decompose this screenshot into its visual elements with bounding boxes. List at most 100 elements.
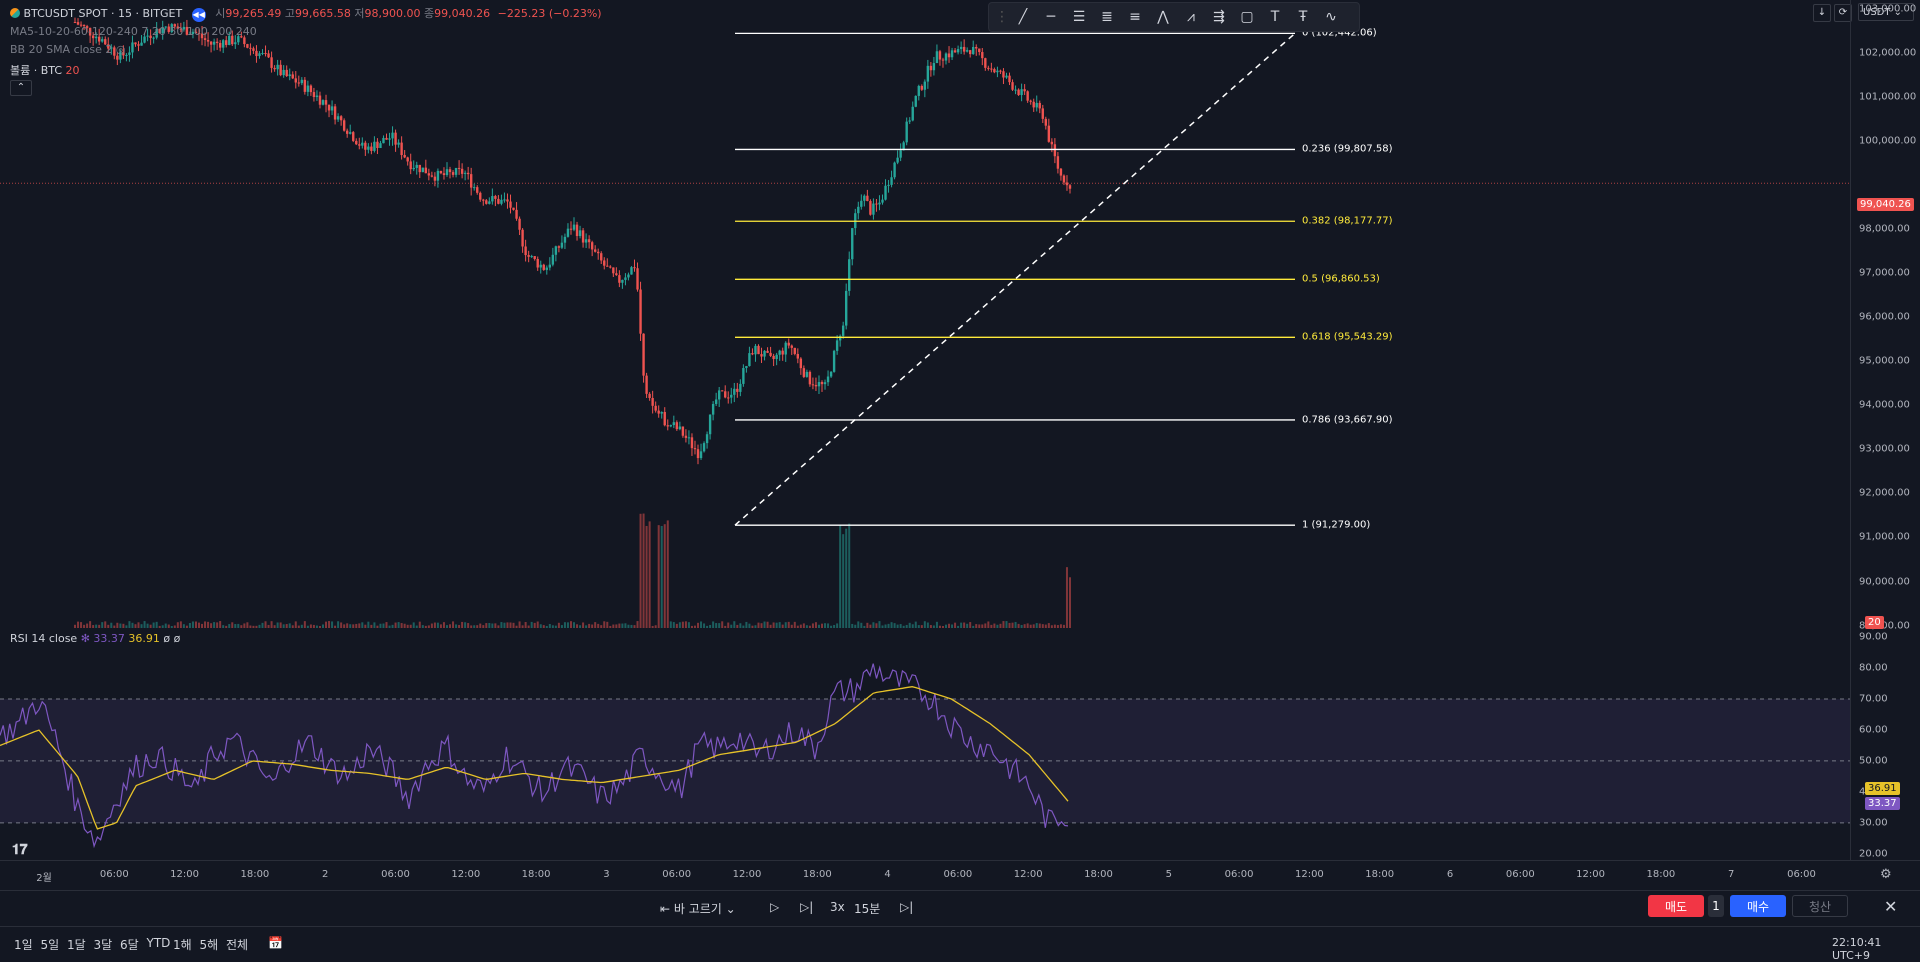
fib-retracement-icon[interactable]: ☰ <box>1067 5 1091 29</box>
bb-legend[interactable]: BB 20 SMA close 2 ◎ <box>10 43 126 56</box>
volume-bar <box>415 625 418 628</box>
rsi-legend[interactable]: RSI 14 close ✻ 33.37 36.91 ø ø <box>10 632 180 645</box>
price-tick-label: 96,000.00 <box>1859 311 1910 323</box>
date-range-icon[interactable]: 📅 <box>268 936 283 950</box>
period-button[interactable]: YTD <box>147 936 171 950</box>
volume-bar <box>385 622 388 628</box>
volume-bar <box>427 625 430 628</box>
candle-body <box>270 57 273 68</box>
volume-bar <box>331 621 334 628</box>
candle-body <box>212 41 216 45</box>
play-icon[interactable]: ▷ <box>770 900 779 914</box>
symbol-title[interactable]: BTCUSDT SPOT · 15 · BITGET <box>24 7 183 20</box>
speed-button[interactable]: 3x <box>830 900 845 914</box>
fib-level-label[interactable]: 0.618 (95,543.29) <box>1302 332 1393 343</box>
sell-button[interactable]: 매도 <box>1648 895 1704 917</box>
buy-button[interactable]: 매수 <box>1730 895 1786 917</box>
settings-gear-icon[interactable]: ✻ <box>81 632 90 645</box>
volume-bar <box>122 623 125 628</box>
price-axis[interactable]: 103,000.00 102,000.00 101,000.00 100,000.00… <box>1850 0 1920 860</box>
text-icon[interactable]: T <box>1263 5 1287 29</box>
fib-level-label[interactable]: 0.236 (99,807.58) <box>1302 144 1393 155</box>
text-note-icon[interactable]: Ŧ <box>1291 5 1315 29</box>
candle-body <box>421 167 424 173</box>
volume-bar <box>923 621 926 628</box>
period-button[interactable]: 1일 <box>14 936 33 953</box>
candle-body <box>636 268 639 290</box>
rewind-icon[interactable]: ◀◀ <box>191 8 206 22</box>
price-chart[interactable]: 0 (102,442.06) 0.236 (99,807.58) 0.382 (98… <box>0 0 1850 630</box>
trend-line-icon[interactable]: ╱ <box>1011 5 1035 29</box>
volume-bar <box>690 625 693 628</box>
time-axis[interactable]: 2월 06:00 12:00 18:00 2 06:00 12:00 18:00 3 06:00 1… <box>0 860 1920 891</box>
drag-handle-icon[interactable]: ⋮ <box>995 5 1009 29</box>
candle-body <box>890 177 893 185</box>
candle-body <box>1059 168 1063 176</box>
volume-bar <box>896 624 899 628</box>
close-position-button[interactable]: 청산 <box>1792 895 1848 917</box>
abc-pattern-icon[interactable]: ⩘ <box>1179 5 1203 29</box>
quantity-field[interactable]: 1 <box>1708 895 1724 917</box>
interval-button[interactable]: 15분 <box>854 900 880 917</box>
rsi-band <box>0 699 1850 823</box>
rsi-tick-label: 20.00 <box>1859 848 1888 860</box>
volume-bar <box>893 623 896 628</box>
horizontal-ray-icon[interactable]: ─ <box>1039 5 1063 29</box>
clock[interactable]: 22:10:41 UTC+9 <box>1832 936 1920 962</box>
collapse-legend-button[interactable]: ⌃ <box>10 80 32 96</box>
jump-to-realtime-icon[interactable]: ▷| <box>900 900 913 914</box>
price-tick-label: 100,000.00 <box>1859 135 1917 147</box>
fib-level-label[interactable]: 1 (91,279.00) <box>1302 520 1370 531</box>
pattern-icon[interactable]: ⋀ <box>1151 5 1175 29</box>
period-button[interactable]: 3달 <box>94 936 113 953</box>
volume-bar <box>1032 624 1035 628</box>
volume-bar <box>951 624 954 628</box>
period-button[interactable]: 6달 <box>120 936 139 953</box>
rectangle-icon[interactable]: ▢ <box>1235 5 1259 29</box>
price-tick-label: 95,000.00 <box>1859 355 1910 367</box>
fib-level-label[interactable]: 0.5 (96,860.53) <box>1302 274 1380 285</box>
period-button[interactable]: 5해 <box>200 936 219 953</box>
volume-bar <box>191 621 194 628</box>
rsi-plot[interactable] <box>0 634 1850 860</box>
volume-bar <box>651 625 654 628</box>
candle-body <box>587 239 591 243</box>
volume-bar <box>92 625 95 628</box>
period-button[interactable]: 1해 <box>173 936 192 953</box>
price-plot[interactable] <box>0 0 1850 630</box>
rsi-pane[interactable]: RSI 14 close ✻ 33.37 36.91 ø ø 𝟏𝟕 <box>0 632 1850 860</box>
path-icon[interactable]: ∿ <box>1319 5 1343 29</box>
candle-body <box>134 42 137 45</box>
volume-bar <box>1029 624 1032 628</box>
volume-bar <box>167 624 170 628</box>
parallel-channel-icon[interactable]: ≡ <box>1123 5 1147 29</box>
period-button[interactable]: 전체 <box>226 936 248 953</box>
select-bar-button[interactable]: ⇤ 바 고르기 ⌄ <box>660 900 736 917</box>
long-position-icon[interactable]: ⇶ <box>1207 5 1231 29</box>
volume-bar <box>131 622 134 628</box>
scale-down-button[interactable]: ↓ <box>1813 4 1831 22</box>
fib-extension-icon[interactable]: ≣ <box>1095 5 1119 29</box>
fib-level-label[interactable]: 0.382 (98,177.77) <box>1302 216 1393 227</box>
rsi-tick-label: 30.00 <box>1859 817 1888 829</box>
volume-bar <box>352 624 355 628</box>
period-button[interactable]: 1달 <box>67 936 86 953</box>
volume-bar <box>905 624 908 628</box>
close-replay-icon[interactable]: ✕ <box>1884 897 1897 916</box>
volume-bar <box>515 625 518 628</box>
candle-body <box>1011 82 1014 90</box>
tradingview-logo-icon[interactable]: 𝟏𝟕 <box>12 842 28 858</box>
candle-body <box>385 137 388 140</box>
time-tick-label: 2 <box>322 869 329 880</box>
fib-level-label[interactable]: 0.786 (93,667.90) <box>1302 414 1393 425</box>
axis-settings-gear-icon[interactable]: ⚙ <box>1880 867 1892 882</box>
period-button[interactable]: 5일 <box>41 936 60 953</box>
ma-legend[interactable]: MA5-10-20-60-120-240 7 20 50 100 200 240 <box>10 25 257 38</box>
price-tick-label: 92,000.00 <box>1859 487 1910 499</box>
ma-legend-text: MA5-10-20-60-120-240 7 20 50 100 200 240 <box>10 25 257 38</box>
hidden-eye-icon[interactable]: ◎ <box>116 43 126 56</box>
step-forward-icon[interactable]: ▷| <box>800 900 813 914</box>
candle-body <box>581 230 585 243</box>
volume-legend[interactable]: 볼륨 · BTC 20 <box>10 62 80 78</box>
volume-bar <box>325 621 328 628</box>
